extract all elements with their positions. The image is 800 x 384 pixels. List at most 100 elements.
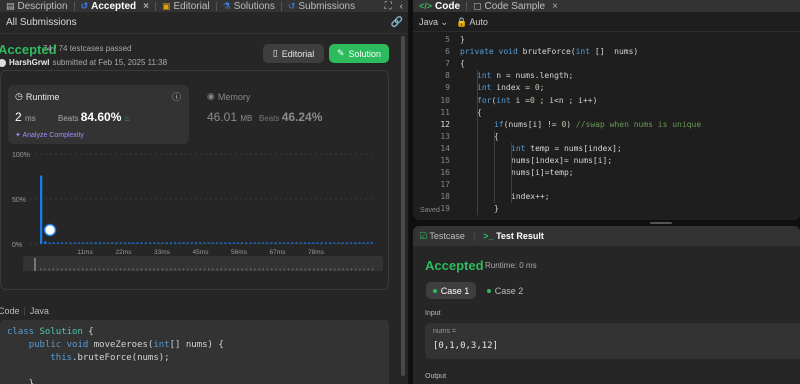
line-number: 16: [440, 168, 450, 178]
line-number: 15: [440, 156, 450, 165]
line-number: 8: [445, 71, 450, 81]
indent-guide: [511, 142, 512, 204]
minimap-bar: [250, 268, 252, 271]
username[interactable]: HarshGrwl: [9, 58, 49, 67]
all-submissions-link[interactable]: All Submissions: [6, 17, 77, 28]
chart-bar: [77, 242, 80, 244]
runtime-distribution-chart[interactable]: 100%50%0%11ms22ms33ms45ms56ms67ms78ms11m…: [0, 146, 389, 271]
case-1-tab[interactable]: Case 1: [426, 282, 476, 299]
tab-code[interactable]: </> Code: [413, 0, 466, 12]
code-line[interactable]: 11{: [413, 107, 800, 119]
chart-bar: [261, 242, 265, 244]
chart-bar: [111, 242, 114, 244]
tab-description[interactable]: ▤ Description: [0, 0, 74, 12]
code-text: int n = nums.length;: [477, 71, 574, 81]
collapse-icon[interactable]: ‹: [400, 1, 403, 12]
code-line[interactable]: 18 index++;: [413, 191, 800, 203]
x-tick-label: 33ms: [154, 249, 171, 256]
editorial-button[interactable]: ▯ Editorial: [263, 44, 324, 63]
minimap-bar: [237, 268, 239, 271]
chart-bar: [127, 242, 131, 244]
chart-bar: [186, 242, 189, 244]
editor-tab-bar: </> Code ▢ Code Sample ×: [413, 0, 800, 12]
panel-resize-handle[interactable]: [650, 222, 672, 224]
scrollbar[interactable]: [401, 36, 405, 376]
chevron-down-icon: ⌄: [440, 17, 449, 27]
history-icon: ↺: [80, 0, 89, 11]
chart-bar: [136, 242, 139, 244]
code-line[interactable]: 13{: [413, 131, 800, 143]
mode-toggle[interactable]: 🔒 Auto: [456, 17, 488, 28]
minimap-bar: [275, 268, 277, 271]
close-icon[interactable]: ×: [143, 1, 149, 12]
code-line[interactable]: 10 for(int i =0 ; i<n ; i++): [413, 95, 800, 107]
book-icon: ▣: [161, 0, 171, 11]
submission-panel: ▤ Description ↺ Accepted × ▣ Editorial ⚗…: [0, 0, 409, 384]
code-line[interactable]: 8 int n = nums.length;: [413, 70, 800, 82]
code-line[interactable]: 15 nums[index]= nums[i];: [413, 155, 800, 167]
tab-accepted[interactable]: ↺ Accepted ×: [75, 0, 155, 12]
chart-bar: [169, 242, 173, 244]
minimap-bar: [140, 268, 143, 271]
tab-testcase[interactable]: ☑ Testcase: [419, 231, 465, 242]
code-line[interactable]: 17: [413, 179, 800, 191]
tab-code-sample[interactable]: ▢ Code Sample ×: [467, 0, 564, 12]
code-line[interactable]: 6 private void bruteForce(int [] nums): [413, 46, 800, 58]
input-label: Input: [425, 310, 441, 317]
note-icon: ▢: [473, 0, 482, 11]
minimap-bar: [161, 268, 164, 271]
memory-stat[interactable]: ◉ Memory 46.01 MB Beats 46.24%: [201, 85, 382, 144]
case-2-tab[interactable]: Case 2: [485, 282, 525, 299]
chart-bar: [40, 175, 43, 244]
chart-bar: [245, 242, 248, 244]
code-line[interactable]: 9 int index = 0;: [413, 82, 800, 94]
chart-bar: [345, 242, 348, 244]
minimap-bar: [82, 268, 84, 271]
minimap-bar: [61, 268, 63, 271]
left-tab-bar: ▤ Description ↺ Accepted × ▣ Editorial ⚗…: [0, 0, 408, 12]
runtime-stat[interactable]: ◷ Runtime ⓘ 2 ms Beats 84.60% ♨ ✦ Analyz…: [8, 85, 189, 144]
code-text: }: [494, 204, 499, 214]
tab-accepted-label: Accepted: [91, 0, 137, 12]
close-icon[interactable]: ×: [552, 1, 558, 12]
info-icon[interactable]: ⓘ: [172, 90, 181, 103]
code-line[interactable]: 16 nums[i]=temp;: [413, 167, 800, 179]
code-line[interactable]: 5}: [413, 34, 800, 46]
solution-button[interactable]: ✎ Solution: [329, 44, 389, 63]
code-line[interactable]: 19}: [413, 203, 800, 215]
clock-icon: ◷: [15, 91, 23, 101]
analyze-complexity-link[interactable]: ✦ Analyze Complexity: [15, 131, 84, 139]
code-line[interactable]: 7{: [413, 58, 800, 70]
minimap-bar: [203, 268, 206, 271]
language-select[interactable]: Java ⌄: [419, 17, 448, 28]
chart-bar: [81, 242, 85, 244]
chart-bar: [199, 242, 202, 244]
minimap-bar: [367, 268, 369, 271]
share-link-icon[interactable]: 🔗: [391, 17, 403, 28]
minimap-handle: [34, 258, 36, 271]
runtime-label: Runtime: [25, 91, 60, 102]
submitted-code-header: Code | Java: [0, 306, 49, 316]
tab-test-result[interactable]: >_ Test Result: [483, 231, 544, 241]
line-number: 14: [440, 143, 450, 153]
code-line[interactable]: 14 int temp = nums[index];: [413, 143, 800, 155]
chart-bar: [333, 242, 336, 244]
edit-icon: ✎: [336, 48, 345, 58]
chart-bar: [324, 242, 328, 244]
tab-solutions[interactable]: ⚗ Solutions: [217, 0, 281, 12]
maximize-icon[interactable]: ⛶: [385, 1, 392, 12]
chart-bar: [215, 242, 219, 244]
chart-bar: [249, 242, 252, 244]
minimap-bar: [212, 268, 214, 271]
minimap-bar: [245, 268, 248, 271]
chart-bar: [115, 242, 118, 244]
tab-submissions[interactable]: ↺ Submissions: [282, 0, 361, 12]
chart-bar: [86, 242, 89, 244]
chart-bar: [190, 242, 194, 244]
code-line[interactable]: 12 if(nums[i] != 0) //swap when nums is u…: [413, 119, 800, 131]
tab-editorial[interactable]: ▣ Editorial: [156, 0, 216, 12]
avatar[interactable]: [0, 58, 6, 67]
chart-bar: [123, 242, 127, 244]
minimap-bar: [124, 268, 126, 271]
chart-bar: [157, 242, 160, 244]
